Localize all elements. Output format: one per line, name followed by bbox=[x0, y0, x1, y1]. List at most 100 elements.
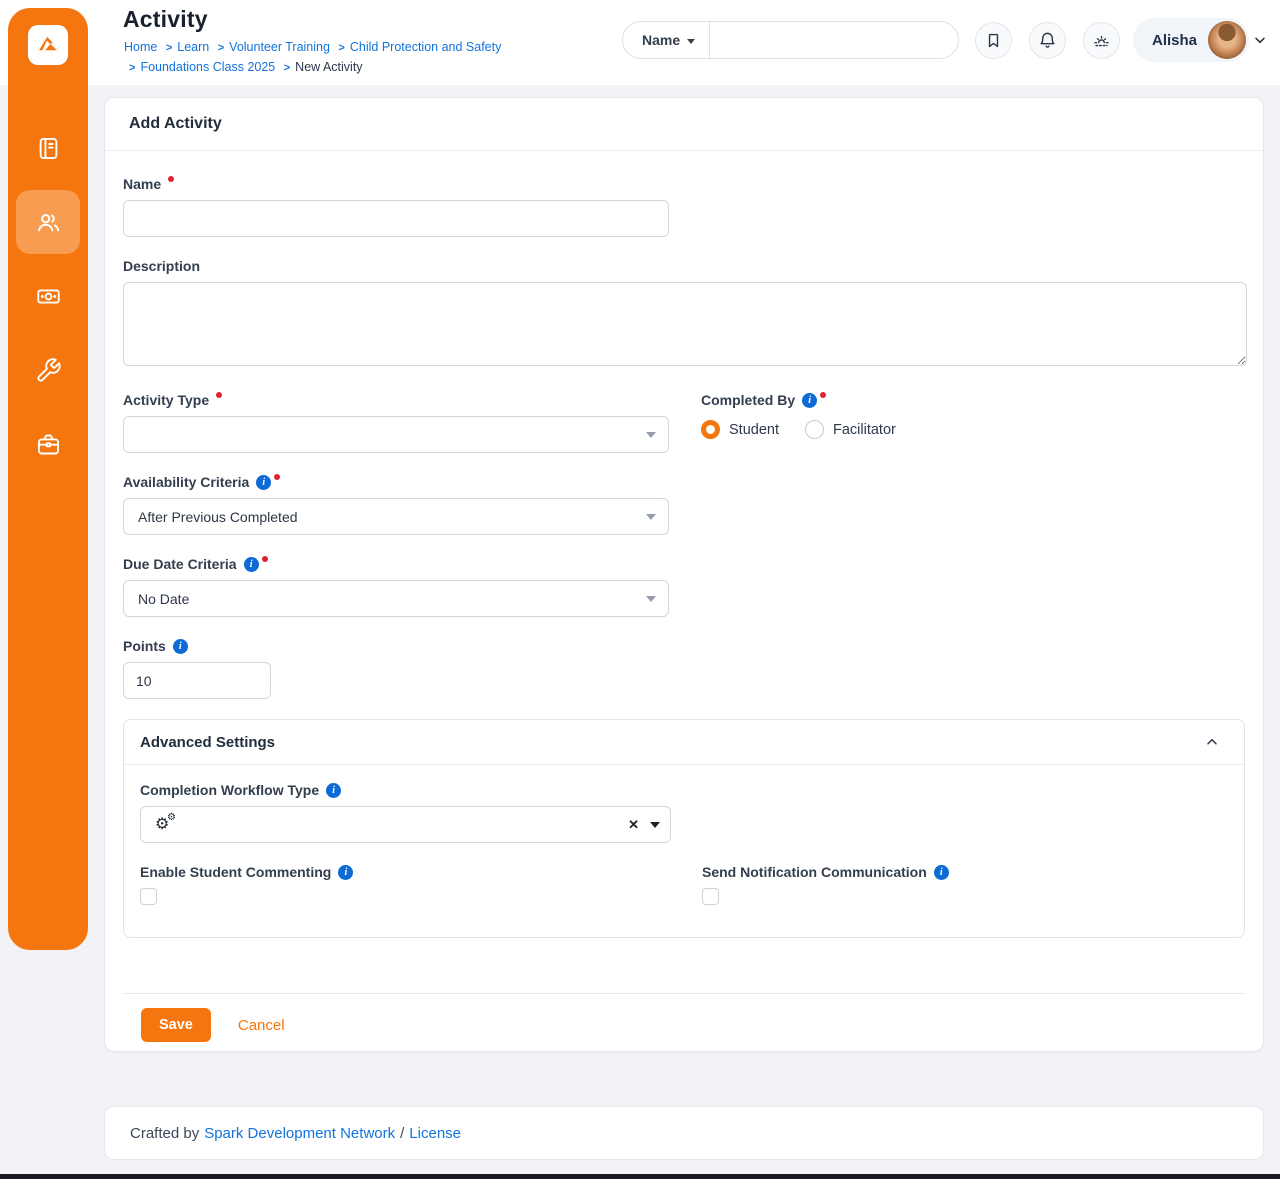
briefcase-icon bbox=[37, 434, 59, 454]
user-name: Alisha bbox=[1152, 31, 1198, 49]
send-notification-checkbox[interactable] bbox=[702, 888, 719, 905]
radio-student[interactable]: Student bbox=[701, 420, 779, 439]
wrench-icon bbox=[36, 357, 61, 382]
cash-icon bbox=[36, 288, 60, 304]
breadcrumb-volunteer-training[interactable]: Volunteer Training bbox=[229, 40, 330, 54]
points-input[interactable] bbox=[123, 662, 271, 699]
radio-selected-icon bbox=[701, 420, 720, 439]
completed-by-options: Student Facilitator bbox=[701, 420, 1247, 439]
required-indicator bbox=[216, 392, 223, 398]
breadcrumb-foundations-class[interactable]: Foundations Class 2025 bbox=[140, 60, 275, 74]
caret-down-icon[interactable] bbox=[650, 821, 660, 828]
enable-student-commenting-checkbox[interactable] bbox=[140, 888, 157, 905]
sidebar-item-people[interactable] bbox=[16, 190, 80, 254]
breadcrumb-separator: > bbox=[338, 42, 345, 54]
info-icon[interactable]: i bbox=[326, 782, 342, 798]
type-completedby-row: Activity Type Completed By i Student Fac… bbox=[123, 391, 1245, 453]
points-field-group: Points i bbox=[123, 637, 1245, 699]
spark-development-network-link[interactable]: Spark Development Network bbox=[204, 1125, 395, 1142]
save-button[interactable]: Save bbox=[141, 1008, 211, 1042]
info-icon[interactable]: i bbox=[243, 556, 259, 572]
completed-by-field-group: Completed By i Student Facilitator bbox=[701, 391, 1247, 453]
required-indicator bbox=[820, 392, 827, 398]
availability-criteria-field-group: Availability Criteria i After Previous C… bbox=[123, 473, 1245, 535]
completed-by-label: Completed By i bbox=[701, 391, 1247, 409]
completion-workflow-field-group: Completion Workflow Type i ⚙ ⚙ ✕ bbox=[140, 781, 1228, 843]
activity-type-select[interactable] bbox=[123, 416, 669, 453]
due-date-criteria-select[interactable]: No Date bbox=[123, 580, 669, 617]
info-icon[interactable]: i bbox=[933, 864, 949, 880]
user-menu[interactable]: Alisha bbox=[1133, 18, 1250, 62]
sidebar-nav bbox=[16, 116, 80, 476]
book-icon bbox=[39, 137, 57, 159]
name-input[interactable] bbox=[123, 200, 669, 237]
availability-criteria-select[interactable]: After Previous Completed bbox=[123, 498, 669, 535]
caret-down-icon bbox=[646, 595, 656, 602]
notifications-button[interactable] bbox=[1029, 22, 1066, 59]
chevron-up-icon bbox=[1207, 738, 1217, 745]
search-scope-label: Name bbox=[642, 32, 681, 48]
send-notification-label: Send Notification Communication i bbox=[702, 863, 1228, 881]
page-title: Activity bbox=[123, 6, 208, 32]
radio-unselected-icon bbox=[805, 420, 824, 439]
description-input[interactable] bbox=[123, 282, 1247, 366]
activity-type-field-group: Activity Type bbox=[123, 391, 669, 453]
required-indicator bbox=[261, 556, 268, 562]
sidebar-item-finance[interactable] bbox=[16, 264, 80, 328]
license-link[interactable]: License bbox=[409, 1125, 461, 1142]
breadcrumb-home[interactable]: Home bbox=[124, 40, 157, 54]
footer-separator: / bbox=[400, 1124, 405, 1142]
radio-facilitator[interactable]: Facilitator bbox=[805, 420, 896, 439]
sidebar-item-work[interactable] bbox=[16, 412, 80, 476]
required-indicator bbox=[274, 474, 281, 480]
avatar bbox=[1208, 21, 1247, 59]
caret-down-icon bbox=[687, 38, 696, 44]
site-footer: Crafted by Spark Development Network / L… bbox=[104, 1106, 1264, 1160]
sidebar bbox=[8, 8, 88, 950]
enable-student-commenting-group: Enable Student Commenting i bbox=[140, 863, 670, 905]
advanced-settings-panel: Advanced Settings Completion Workflow Ty… bbox=[123, 719, 1245, 938]
global-search: Name bbox=[622, 21, 959, 59]
completion-workflow-select[interactable]: ⚙ ⚙ ✕ bbox=[140, 806, 671, 843]
info-icon[interactable]: i bbox=[172, 638, 188, 654]
name-label: Name bbox=[123, 175, 1245, 193]
due-date-criteria-field-group: Due Date Criteria i No Date bbox=[123, 555, 1245, 617]
name-field-group: Name bbox=[123, 175, 1245, 237]
clear-x-icon[interactable]: ✕ bbox=[628, 818, 639, 831]
send-notification-group: Send Notification Communication i bbox=[702, 863, 1228, 905]
add-activity-panel: Add Activity Name Description Activity T… bbox=[104, 97, 1264, 1052]
advanced-settings-header[interactable]: Advanced Settings bbox=[124, 720, 1244, 765]
theme-toggle-button[interactable] bbox=[1083, 22, 1120, 59]
enable-student-commenting-label: Enable Student Commenting i bbox=[140, 863, 670, 881]
description-label: Description bbox=[123, 258, 201, 274]
points-label: Points i bbox=[123, 637, 1245, 655]
chevron-down-icon bbox=[1255, 37, 1265, 44]
breadcrumb-child-protection[interactable]: Child Protection and Safety bbox=[350, 40, 501, 54]
breadcrumb-separator: > bbox=[283, 62, 291, 74]
user-menu-chevron[interactable] bbox=[1252, 32, 1268, 53]
advanced-settings-title: Advanced Settings bbox=[140, 733, 276, 751]
search-scope-dropdown[interactable]: Name bbox=[623, 22, 711, 58]
panel-body: Name Description Activity Type Completed… bbox=[105, 151, 1263, 1042]
required-indicator bbox=[168, 176, 175, 182]
panel-footer: Save Cancel bbox=[123, 993, 1245, 1042]
crafted-by-text: Crafted by bbox=[130, 1124, 200, 1142]
sidebar-item-journal[interactable] bbox=[16, 116, 80, 180]
search-input[interactable] bbox=[710, 22, 958, 58]
bookmarks-button[interactable] bbox=[975, 22, 1012, 59]
info-icon[interactable]: i bbox=[256, 474, 272, 490]
due-date-criteria-label: Due Date Criteria i bbox=[123, 555, 1245, 573]
select-tools: ✕ bbox=[628, 807, 660, 842]
advanced-checkbox-row: Enable Student Commenting i Send Notific… bbox=[140, 863, 1228, 905]
breadcrumb: Home > Learn > Volunteer Training > Child P… bbox=[124, 38, 629, 78]
info-icon[interactable]: i bbox=[802, 392, 818, 408]
info-icon[interactable]: i bbox=[338, 864, 354, 880]
sidebar-item-tools[interactable] bbox=[16, 338, 80, 402]
breadcrumb-current: New Activity bbox=[295, 60, 363, 74]
bell-icon bbox=[1040, 32, 1055, 48]
panel-title: Add Activity bbox=[105, 98, 1263, 151]
advanced-settings-body: Completion Workflow Type i ⚙ ⚙ ✕ Enable … bbox=[124, 765, 1244, 937]
breadcrumb-learn[interactable]: Learn bbox=[177, 40, 209, 54]
rock-logo[interactable] bbox=[28, 25, 68, 65]
cancel-button[interactable]: Cancel bbox=[238, 1017, 285, 1034]
